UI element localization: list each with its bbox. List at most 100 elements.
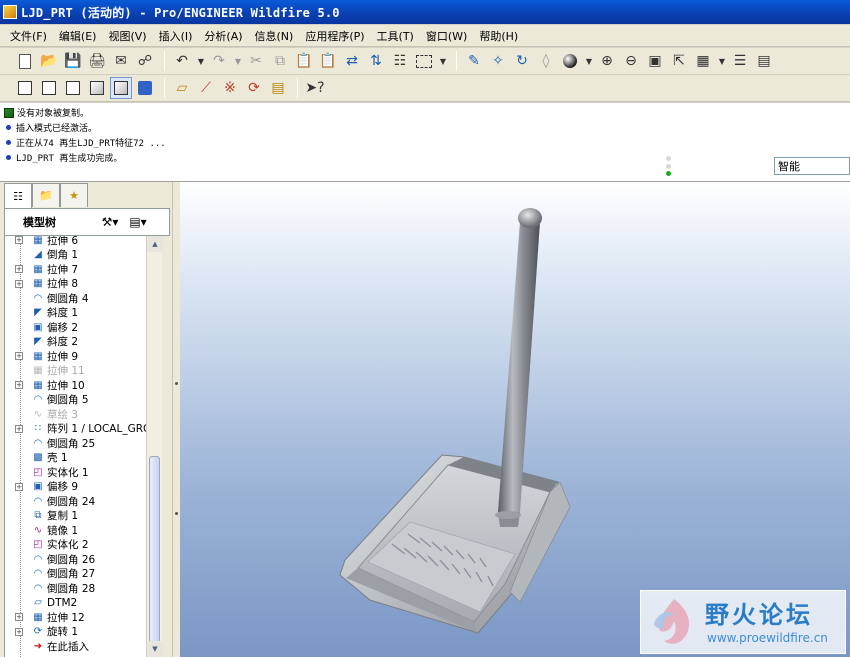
expand-icon[interactable]: +: [15, 482, 23, 491]
menu-help[interactable]: 帮助(H): [473, 28, 524, 44]
panel-splitter[interactable]: [172, 182, 180, 657]
copy-icon[interactable]: ⧉: [269, 50, 291, 72]
model-tree-scrollbar[interactable]: ▲ ▼: [146, 236, 163, 657]
datum-point-display-icon[interactable]: ※: [219, 77, 241, 99]
select-dropdown-icon[interactable]: ▼: [437, 50, 449, 72]
regen-manager-icon[interactable]: ⇅: [365, 50, 387, 72]
expand-icon[interactable]: +: [15, 352, 23, 361]
tree-item[interactable]: ⧉ 复制 1: [5, 509, 156, 524]
tree-item[interactable]: ◠ 倒圆角 4: [5, 291, 156, 306]
zoom-out-icon[interactable]: ⊖: [620, 50, 642, 72]
expand-icon[interactable]: +: [15, 613, 23, 622]
expand-icon[interactable]: +: [15, 236, 23, 245]
tree-item[interactable]: ◠ 倒圆角 24: [5, 494, 156, 509]
open-folder-icon[interactable]: 📂: [38, 50, 60, 72]
tree-item[interactable]: ◰ 实体化 2: [5, 538, 156, 553]
menu-insert[interactable]: 插入(I): [153, 28, 199, 44]
view-manager-icon[interactable]: ▤: [753, 50, 775, 72]
tree-item[interactable]: + ▣ 偏移 9: [5, 480, 156, 495]
redo-dropdown-icon[interactable]: ▼: [232, 50, 244, 72]
tree-item[interactable]: + ▦ 拉伸 10: [5, 378, 156, 393]
tree-item[interactable]: ◠ 倒圆角 26: [5, 552, 156, 567]
tree-item[interactable]: ◠ 倒圆角 25: [5, 436, 156, 451]
tree-item[interactable]: ◠ 倒圆角 5: [5, 393, 156, 408]
scroll-up-icon[interactable]: ▲: [147, 236, 163, 252]
no-hidden-icon[interactable]: [62, 77, 84, 99]
menu-info[interactable]: 信息(N): [249, 28, 300, 44]
repaint-icon[interactable]: ✎: [463, 50, 485, 72]
menu-file[interactable]: 文件(F): [4, 28, 53, 44]
appearance-icon[interactable]: ◊: [535, 50, 557, 72]
menu-tools[interactable]: 工具(T): [371, 28, 420, 44]
zoom-in-icon[interactable]: ⊕: [596, 50, 618, 72]
tree-settings-icon[interactable]: ⚒▾: [97, 212, 123, 232]
hidden-line-icon[interactable]: [38, 77, 60, 99]
tab-folder-browser-icon[interactable]: 📁: [32, 183, 60, 207]
graphics-window[interactable]: [180, 182, 850, 657]
tree-item[interactable]: ◤ 斜度 1: [5, 306, 156, 321]
select-box-icon[interactable]: [413, 50, 435, 72]
selection-filter[interactable]: 智能: [774, 157, 850, 175]
tree-item[interactable]: ▦ 拉伸 11: [5, 364, 156, 379]
model-display-icon[interactable]: [134, 77, 156, 99]
redo-icon[interactable]: ↷: [208, 50, 230, 72]
send-mail-icon[interactable]: ✉: [110, 50, 132, 72]
save-icon[interactable]: 💾: [62, 50, 84, 72]
enhanced-realism-icon[interactable]: [110, 77, 132, 99]
regenerate-icon[interactable]: ⇄: [341, 50, 363, 72]
shading-icon[interactable]: [86, 77, 108, 99]
datum-plane-display-icon[interactable]: ▱: [171, 77, 193, 99]
tree-item[interactable]: + ▦ 拉伸 8: [5, 277, 156, 292]
annotation-display-icon[interactable]: ▤: [267, 77, 289, 99]
tab-model-tree-icon[interactable]: ☷: [4, 183, 32, 208]
tree-item[interactable]: ➜ 在此插入: [5, 639, 156, 654]
reorient-icon[interactable]: ⇱: [668, 50, 690, 72]
expand-icon[interactable]: +: [15, 265, 23, 274]
layers-icon[interactable]: ☰: [729, 50, 751, 72]
tree-item[interactable]: ∿ 镜像 1: [5, 523, 156, 538]
send-link-icon[interactable]: ☍: [134, 50, 156, 72]
coord-sys-display-icon[interactable]: ⟳: [243, 77, 265, 99]
find-icon[interactable]: ☷: [389, 50, 411, 72]
menu-window[interactable]: 窗口(W): [420, 28, 473, 44]
expand-icon[interactable]: +: [15, 279, 23, 288]
expand-icon[interactable]: +: [15, 627, 23, 636]
cut-icon[interactable]: ✂: [245, 50, 267, 72]
appearance-dropdown-icon[interactable]: ▼: [583, 50, 595, 72]
tree-item[interactable]: ▱ DTM2: [5, 596, 156, 611]
appearance-ball-icon[interactable]: [559, 50, 581, 72]
scroll-thumb[interactable]: [149, 456, 160, 646]
saved-views-icon[interactable]: ▦: [692, 50, 714, 72]
tree-item[interactable]: ◠ 倒圆角 27: [5, 567, 156, 582]
tree-item[interactable]: + ⟳ 旋转 1: [5, 625, 156, 640]
tab-favorites-icon[interactable]: ★: [60, 183, 88, 207]
datum-axis-display-icon[interactable]: ⟋: [195, 77, 217, 99]
wireframe-icon[interactable]: [14, 77, 36, 99]
scroll-down-icon[interactable]: ▼: [147, 641, 163, 657]
menu-applications[interactable]: 应用程序(P): [299, 28, 370, 44]
undo-dropdown-icon[interactable]: ▼: [195, 50, 207, 72]
spin-center-icon[interactable]: ✧: [487, 50, 509, 72]
tree-item[interactable]: + ▦ 拉伸 9: [5, 349, 156, 364]
tree-item[interactable]: ∿ 草绘 3: [5, 407, 156, 422]
tree-item[interactable]: + ∷ 阵列 1 / LOCAL_GRO: [5, 422, 156, 437]
undo-icon[interactable]: ↶: [171, 50, 193, 72]
menu-edit[interactable]: 编辑(E): [53, 28, 103, 44]
new-file-icon[interactable]: [14, 50, 36, 72]
expand-icon[interactable]: +: [15, 381, 23, 390]
tree-item[interactable]: ▩ 壳 1: [5, 451, 156, 466]
tree-item[interactable]: + ▦ 拉伸 6: [5, 236, 156, 248]
tree-item[interactable]: ◢ 倒角 1: [5, 248, 156, 263]
menu-view[interactable]: 视图(V): [102, 28, 152, 44]
orient-mode-icon[interactable]: ↻: [511, 50, 533, 72]
paste-special-icon[interactable]: 📋: [317, 50, 339, 72]
refit-icon[interactable]: ▣: [644, 50, 666, 72]
tree-item[interactable]: + ▦ 拉伸 7: [5, 262, 156, 277]
context-help-icon[interactable]: ➤?: [304, 77, 326, 99]
expand-icon[interactable]: +: [15, 424, 23, 433]
tree-item[interactable]: ◤ 斜度 2: [5, 335, 156, 350]
tree-item[interactable]: ◰ 实体化 1: [5, 465, 156, 480]
paste-icon[interactable]: 📋: [293, 50, 315, 72]
menu-analysis[interactable]: 分析(A): [198, 28, 248, 44]
tree-show-icon[interactable]: ▤▾: [125, 212, 151, 232]
